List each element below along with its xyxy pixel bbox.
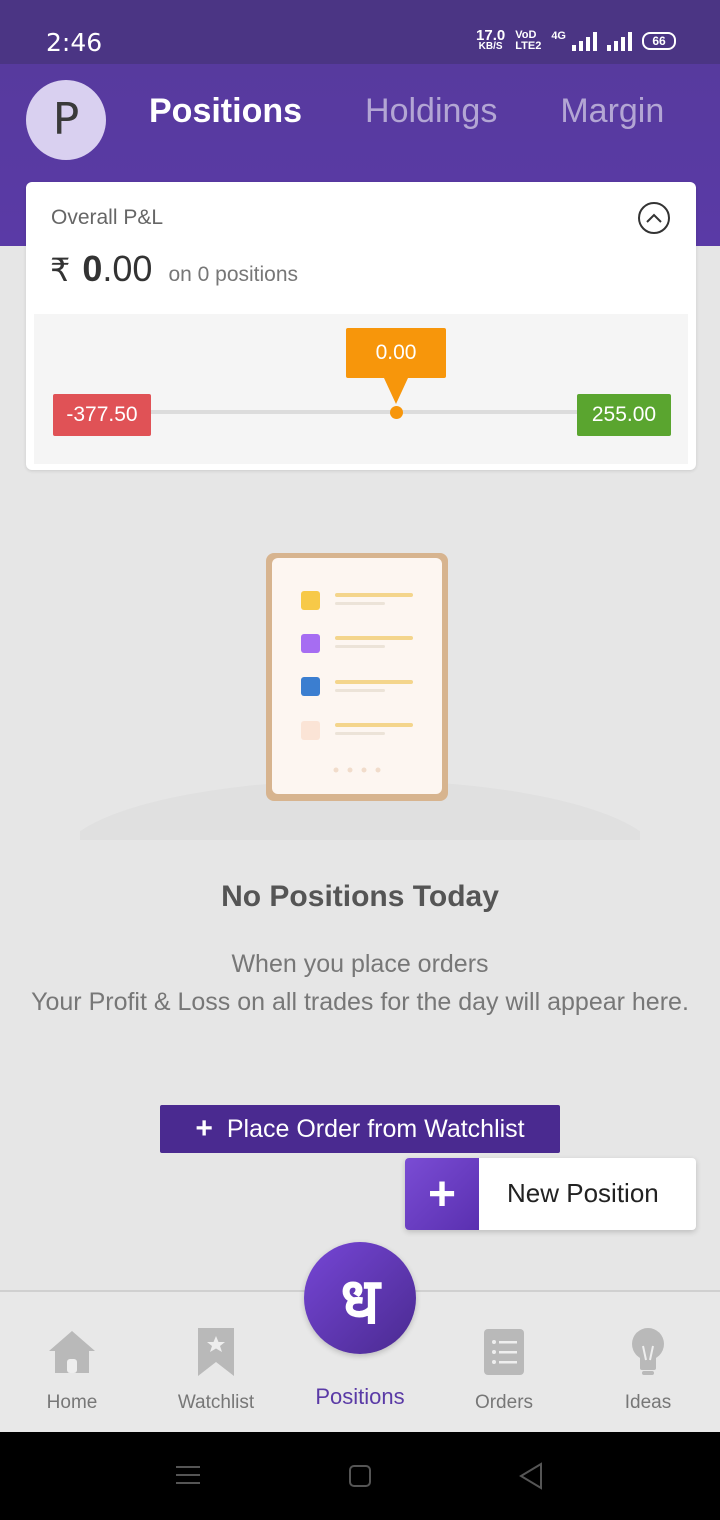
lightbulb-icon: [622, 1326, 674, 1378]
home-square-icon[interactable]: [348, 1464, 372, 1488]
network-speed-unit: KB/S: [478, 41, 503, 52]
volte-icon: VoD LTE2: [515, 30, 541, 52]
menu-icon[interactable]: [175, 1462, 201, 1488]
back-icon[interactable]: [518, 1462, 544, 1490]
new-position-button[interactable]: + New Position: [405, 1158, 696, 1230]
pnl-label: Overall P&L: [51, 206, 164, 229]
chevron-up-icon: [646, 213, 662, 223]
plus-icon: +: [195, 1112, 213, 1145]
nav-home-label: Home: [46, 1392, 98, 1413]
range-max: 255.00: [577, 394, 671, 436]
nav-positions-label: Positions: [315, 1384, 405, 1409]
pnl-subtitle: on 0 positions: [168, 263, 299, 286]
empty-message-2: Your Profit & Loss on all trades for the…: [31, 988, 689, 1016]
bookmark-star-icon: [190, 1326, 242, 1378]
volte-bottom: LTE2: [515, 40, 542, 52]
tab-holdings[interactable]: Holdings: [356, 92, 505, 144]
pnl-value-int: 0: [82, 248, 103, 289]
signal-icon: [572, 31, 597, 51]
status-bar: 2:46 17.0 KB/S VoD LTE2 4G 66: [0, 0, 720, 64]
range-marker: [390, 406, 403, 419]
tab-positions[interactable]: Positions: [140, 92, 310, 144]
tab-margin[interactable]: Margin: [551, 92, 672, 144]
tab-strip: Positions Holdings Margin Fu: [140, 64, 720, 144]
place-order-label: Place Order from Watchlist: [226, 1114, 525, 1143]
dhan-logo-icon: ध: [340, 1264, 380, 1339]
nav-ideas-label: Ideas: [624, 1392, 672, 1413]
status-time: 2:46: [46, 28, 103, 57]
empty-clipboard-illustration: [80, 553, 640, 840]
avatar[interactable]: P: [26, 80, 106, 160]
nav-watchlist-label: Watchlist: [177, 1392, 255, 1413]
system-nav-bar: [0, 1432, 720, 1520]
range-track: [144, 410, 588, 414]
signal-icon-2: [607, 31, 632, 51]
pnl-card: Overall P&L ₹ 0 .00 on 0 positions -377.…: [26, 182, 696, 470]
network-speed-value: 17.0: [476, 27, 506, 44]
pnl-value-dec: .00: [102, 248, 153, 289]
pnl-value: ₹ 0 .00 on 0 positions: [50, 248, 298, 290]
new-position-label: New Position: [507, 1178, 659, 1208]
empty-title: No Positions Today: [221, 880, 499, 913]
place-order-watchlist-button[interactable]: + Place Order from Watchlist: [160, 1105, 560, 1153]
collapse-button[interactable]: [638, 202, 670, 234]
positions-fab[interactable]: ध: [304, 1242, 416, 1354]
range-min: -377.50: [53, 394, 151, 436]
network-type: 4G: [551, 30, 566, 42]
pnl-range: -377.50 255.00 0.00: [34, 314, 688, 464]
network-speed: 17.0 KB/S: [476, 27, 506, 52]
nav-home[interactable]: Home: [0, 1292, 144, 1432]
nav-orders[interactable]: Orders: [432, 1292, 576, 1432]
battery-icon: 66: [642, 32, 676, 50]
status-icons: 17.0 KB/S VoD LTE2 4G 66: [476, 27, 676, 52]
range-current: 0.00: [346, 328, 446, 404]
plus-icon: +: [405, 1158, 479, 1230]
nav-orders-label: Orders: [474, 1392, 534, 1413]
nav-ideas[interactable]: Ideas: [576, 1292, 720, 1432]
empty-message-1: When you place orders: [231, 950, 489, 978]
rupee-symbol: ₹: [50, 251, 71, 289]
nav-watchlist[interactable]: Watchlist: [144, 1292, 288, 1432]
list-icon: [478, 1326, 530, 1378]
home-icon: [46, 1326, 98, 1378]
